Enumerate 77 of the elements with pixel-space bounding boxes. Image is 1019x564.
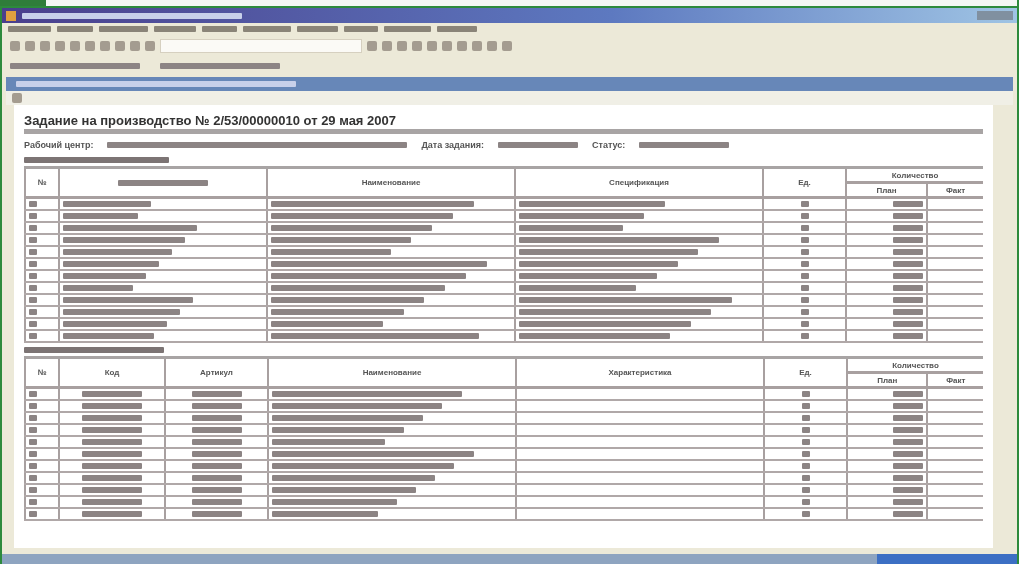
blurred-text: [893, 474, 924, 481]
blurred-text: [191, 390, 242, 397]
column-header: Количество: [846, 167, 983, 183]
column-header: Наименование: [268, 357, 516, 388]
blurred-text: [893, 426, 924, 433]
column-header: Код: [59, 357, 165, 388]
blurred-text: [82, 450, 142, 457]
blurred-text: [191, 426, 242, 433]
blurred-text: [893, 498, 924, 505]
blurred-text: [191, 474, 242, 481]
blurred-text: [893, 236, 924, 243]
blurred-text: [82, 390, 142, 397]
blurred-text: [893, 450, 924, 457]
blurred-text: [82, 486, 142, 493]
column-header: Характеристика: [516, 357, 764, 388]
blurred-text: [63, 284, 134, 291]
blurred-text: [191, 462, 242, 469]
blurred-text: [82, 510, 142, 517]
blurred-text: [82, 474, 142, 481]
blurred-text: [893, 272, 924, 279]
blurred-text: [893, 320, 924, 327]
blurred-text: [154, 26, 196, 32]
blurred-text: [893, 486, 924, 493]
blurred-text: [82, 426, 142, 433]
blurred-text: [893, 248, 924, 255]
taskbar-button[interactable]: [877, 554, 1017, 564]
blurred-text: [82, 498, 142, 505]
blurred-text: [82, 402, 142, 409]
column-header: Количество: [847, 357, 983, 373]
column-header: №: [25, 357, 59, 388]
blurred-text: [893, 438, 924, 445]
column-header: №: [25, 167, 59, 198]
blurred-text: [893, 390, 924, 397]
column-header: Ед.: [763, 167, 846, 198]
blurred-text: [893, 212, 924, 219]
column-header: Спецификация: [515, 167, 763, 198]
column-header: Ед.: [764, 357, 847, 388]
column-header: Наименование: [267, 167, 515, 198]
blurred-text: [893, 224, 924, 231]
column-header: Артикул: [165, 357, 268, 388]
field-label: Статус:: [592, 140, 626, 150]
blurred-text: [893, 260, 924, 267]
field-label: Дата задания:: [421, 140, 485, 150]
blurred-text: [243, 26, 291, 32]
blurred-text: [8, 26, 51, 32]
blurred-text: [437, 26, 477, 32]
blurred-text: [191, 414, 242, 421]
blurred-text: [191, 486, 242, 493]
blurred-text: [99, 26, 148, 32]
blurred-text: [893, 296, 924, 303]
blurred-text: [893, 284, 924, 291]
blurred-text: [893, 402, 924, 409]
blurred-text: [57, 26, 93, 32]
blurred-text: [191, 438, 242, 445]
field-label: Рабочий центр:: [24, 140, 94, 150]
input-field[interactable]: [160, 39, 362, 53]
blurred-text: [893, 462, 924, 469]
blurred-text: [893, 414, 924, 421]
blurred-text: [191, 402, 242, 409]
app-icon: [6, 10, 16, 21]
blurred-text: [297, 26, 338, 32]
toolbar-icon[interactable]: [12, 93, 22, 103]
blurred-text: [82, 414, 142, 421]
blurred-text: [893, 308, 924, 315]
report-heading: Задание на производство № 2/53/00000010 от 29 мая 2007: [24, 113, 983, 134]
blurred-text: [893, 200, 924, 207]
blurred-text: [191, 498, 242, 505]
blurred-text: [344, 26, 378, 32]
blurred-text: [893, 510, 924, 517]
blurred-text: [202, 26, 237, 32]
blurred-text: [82, 462, 142, 469]
blurred-text: [191, 450, 242, 457]
blurred-text: [384, 26, 431, 32]
blurred-text: [82, 438, 142, 445]
blurred-text: [191, 510, 242, 517]
blurred-text: [893, 332, 924, 339]
corner-block: [0, 0, 46, 6]
